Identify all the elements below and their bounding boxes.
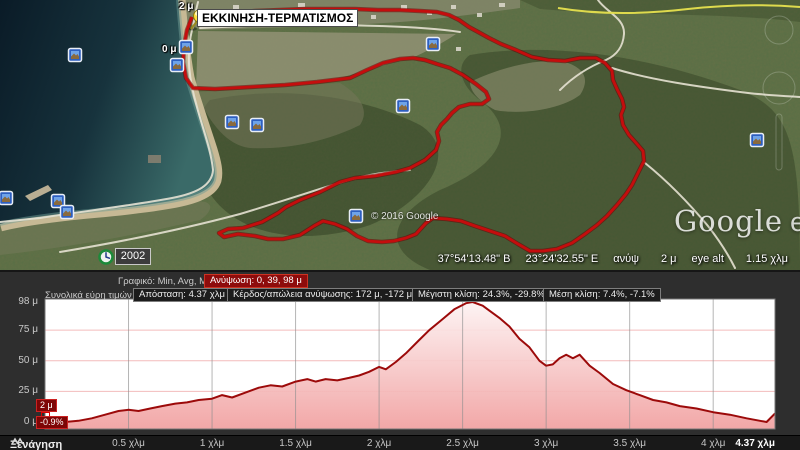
- elevation-stat-box: Ανύψωση: 0, 39, 98 μ: [204, 274, 308, 288]
- photo-marker-icon[interactable]: [69, 49, 82, 62]
- elevation-profile-panel: Γραφικό: Min, Avg, Max Ανύψωση: 0, 39, 9…: [0, 270, 800, 450]
- photo-marker-icon[interactable]: [171, 59, 184, 72]
- eye-altitude-readout: 1.15 χλμ: [746, 253, 788, 265]
- x-tick-label: 1 χλμ: [187, 438, 237, 449]
- photo-marker-icon[interactable]: [350, 210, 363, 223]
- logo-word-earth: earth: [790, 207, 800, 237]
- photo-marker-icon[interactable]: [251, 119, 264, 132]
- y-tick-label: 75 μ: [6, 324, 38, 335]
- avg-slope-stat-box: Μέση κλίση: 7.4%, -7.1%: [543, 288, 661, 302]
- x-tick-label: 2 χλμ: [354, 438, 404, 449]
- tour-button[interactable]: Ξενάγηση: [10, 436, 62, 450]
- photo-marker-icon[interactable]: [427, 38, 440, 51]
- x-tick-label: 3.5 χλμ: [605, 438, 655, 449]
- photo-marker-icon[interactable]: [0, 192, 13, 205]
- waypoint-label-sea: 0 μ: [162, 44, 176, 55]
- longitude-readout: 23°24'32.55" Ε: [525, 253, 598, 265]
- graph-minavgmax-label: Γραφικό: Min, Avg, Max: [118, 275, 217, 288]
- gain-loss-stat-box: Κέρδος/απώλεια ανύψωσης: 172 μ, -172 μ: [227, 288, 418, 302]
- eye-altitude-label: eye alt: [692, 253, 724, 265]
- chart-footer-bar: Ξενάγηση 0.5 χλμ 1 χλμ 1.5 χλμ 2 χλμ 2.5 χλμ…: [0, 435, 800, 450]
- google-earth-logo: Google earth: [674, 204, 800, 238]
- x-tick-label: 4.37 χλμ: [721, 438, 775, 449]
- map-viewport[interactable]: 2 μ 0 μ ΕΚΚΙΝΗΣΗ-ΤΕΡΜΑΤΙΣΜΟΣ 2002 © 2016…: [0, 0, 800, 270]
- max-slope-stat-box: Μέγιστη κλίση: 24.3%, -29.8%: [412, 288, 551, 302]
- imagery-date-badge[interactable]: 2002: [115, 248, 151, 265]
- status-bar: 37°54'13.48" Β 23°24'32.55" Ε ανύψ 2 μ e…: [438, 253, 788, 265]
- x-tick-label: 0.5 χλμ: [104, 438, 154, 449]
- photo-marker-icon[interactable]: [61, 206, 74, 219]
- elevation-readout: 2 μ: [661, 253, 677, 265]
- y-tick-label: 25 μ: [6, 385, 38, 396]
- start-finish-placemark-label[interactable]: ΕΚΚΙΝΗΣΗ-ΤΕΡΜΑΤΙΣΜΟΣ: [197, 9, 358, 27]
- distance-stat-box: Απόσταση: 4.37 χλμ: [133, 288, 231, 302]
- x-tick-label: 1.5 χλμ: [271, 438, 321, 449]
- y-tick-label: 0 μ: [6, 416, 38, 427]
- y-tick-label: 50 μ: [6, 355, 38, 366]
- cursor-slope-badge: -0.9%: [36, 416, 68, 429]
- elevation-label: ανύψ: [613, 253, 639, 265]
- double-chevron-up-icon: [10, 436, 25, 446]
- photo-marker-icon[interactable]: [397, 100, 410, 113]
- cursor-elevation-badge: 2 μ: [36, 399, 57, 412]
- x-tick-label: 3 χλμ: [521, 438, 571, 449]
- photo-marker-icon[interactable]: [180, 41, 193, 54]
- logo-word-google: Google: [674, 204, 783, 238]
- waypoint-label-start: 2 μ: [179, 1, 193, 12]
- latitude-readout: 37°54'13.48" Β: [438, 253, 511, 265]
- clock-icon[interactable]: [100, 251, 113, 264]
- photo-marker-icon[interactable]: [226, 116, 239, 129]
- google-earth-window: 2 μ 0 μ ΕΚΚΙΝΗΣΗ-ΤΕΡΜΑΤΙΣΜΟΣ 2002 © 2016…: [0, 0, 800, 450]
- photo-marker-icon[interactable]: [751, 134, 764, 147]
- map-copyright: © 2016 Google: [371, 211, 438, 222]
- x-tick-label: 2.5 χλμ: [438, 438, 488, 449]
- totals-label: Συνολικά εύρη τιμών: [45, 289, 132, 302]
- y-tick-label: 98 μ: [6, 296, 38, 307]
